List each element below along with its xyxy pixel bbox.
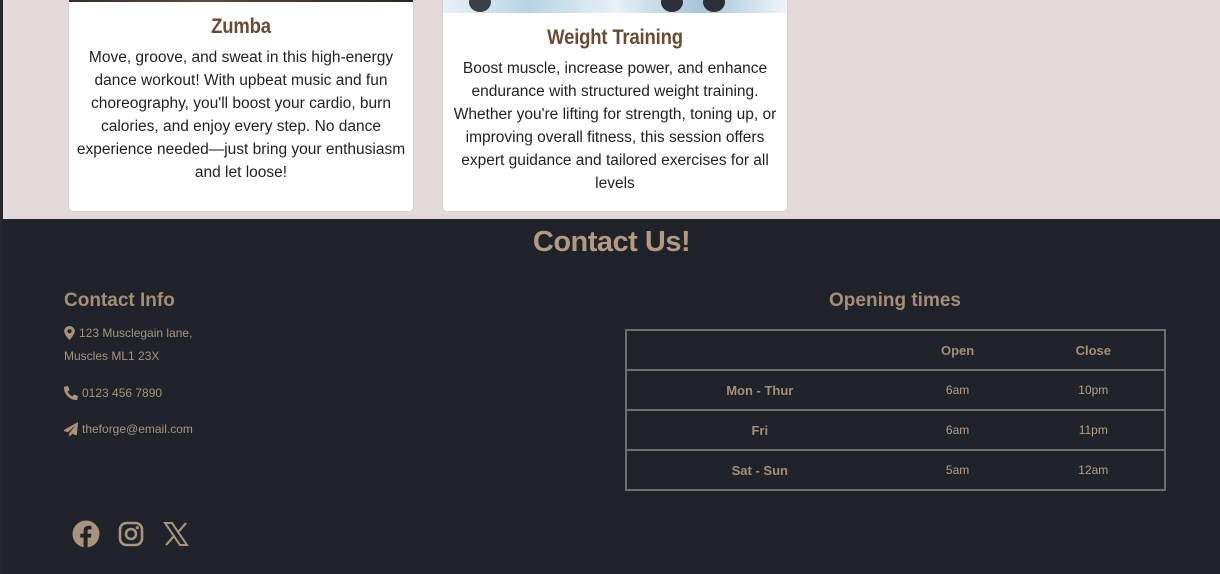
column-header-open: Open	[892, 329, 1023, 371]
open-time-cell: 6am	[892, 409, 1023, 451]
open-time-cell: 5am	[892, 449, 1023, 491]
dumbbell-shape	[661, 0, 683, 12]
email-address: theforge@email.com	[82, 422, 193, 436]
day-cell: Mon - Thur	[625, 369, 893, 411]
open-time-cell: 6am	[892, 369, 1023, 411]
column-header-close: Close	[1022, 329, 1167, 371]
phone-number: 0123 456 7890	[82, 386, 163, 400]
table-row: Mon - Thur 6am 10pm	[625, 369, 1167, 411]
facebook-icon	[72, 520, 100, 548]
address-text: 123 Musclegain lane,	[79, 326, 193, 340]
table-row: Sat - Sun 5am 12am	[625, 449, 1167, 491]
contact-heading: Contact Us!	[532, 226, 691, 258]
dumbbell-shape	[469, 0, 491, 12]
paper-plane-icon	[64, 422, 78, 436]
class-image-weight-training	[443, 0, 787, 13]
class-description: Boost muscle, increase power, and enhanc…	[453, 60, 777, 192]
x-icon	[163, 522, 189, 546]
class-title: Zumba	[211, 15, 271, 38]
instagram-icon	[118, 521, 144, 547]
close-time-cell: 11pm	[1022, 409, 1167, 451]
class-description: Move, groove, and sweat in this high-ene…	[76, 49, 406, 181]
address-line-2: Muscles ML1 23X	[64, 349, 159, 363]
contact-footer: Contact Us! Contact Info 123 Musclegain …	[3, 219, 1220, 574]
x-link[interactable]	[160, 518, 192, 550]
table-header-row: Open Close	[625, 329, 1167, 371]
phone-icon	[64, 386, 78, 400]
class-image-zumba	[69, 0, 413, 2]
phone-line[interactable]: 0123 456 7890	[64, 386, 162, 400]
day-cell: Fri	[625, 409, 893, 451]
day-cell: Sat - Sun	[625, 449, 893, 491]
class-card-zumba: Zumba Move, groove, and sweat in this hi…	[68, 0, 414, 212]
address-text: Muscles ML1 23X	[64, 349, 160, 363]
map-marker-icon	[64, 326, 75, 340]
instagram-link[interactable]	[115, 518, 147, 550]
close-time-cell: 10pm	[1022, 369, 1167, 411]
contact-info-heading: Contact Info	[64, 290, 175, 311]
address-line-1: 123 Musclegain lane,	[64, 326, 192, 340]
email-line[interactable]: theforge@email.com	[64, 422, 193, 436]
opening-times-table: Open Close Mon - Thur 6am 10pm Fri 6am 1…	[625, 329, 1167, 491]
opening-times-heading: Opening times	[829, 290, 961, 311]
class-title: Weight Training	[547, 26, 683, 49]
table-row: Fri 6am 11pm	[625, 409, 1167, 451]
close-time-cell: 12am	[1022, 449, 1167, 491]
column-header	[625, 329, 893, 371]
dumbbell-shape	[703, 0, 725, 12]
class-card-weight-training: Weight Training Boost muscle, increase p…	[442, 0, 788, 212]
facebook-link[interactable]	[70, 518, 102, 550]
